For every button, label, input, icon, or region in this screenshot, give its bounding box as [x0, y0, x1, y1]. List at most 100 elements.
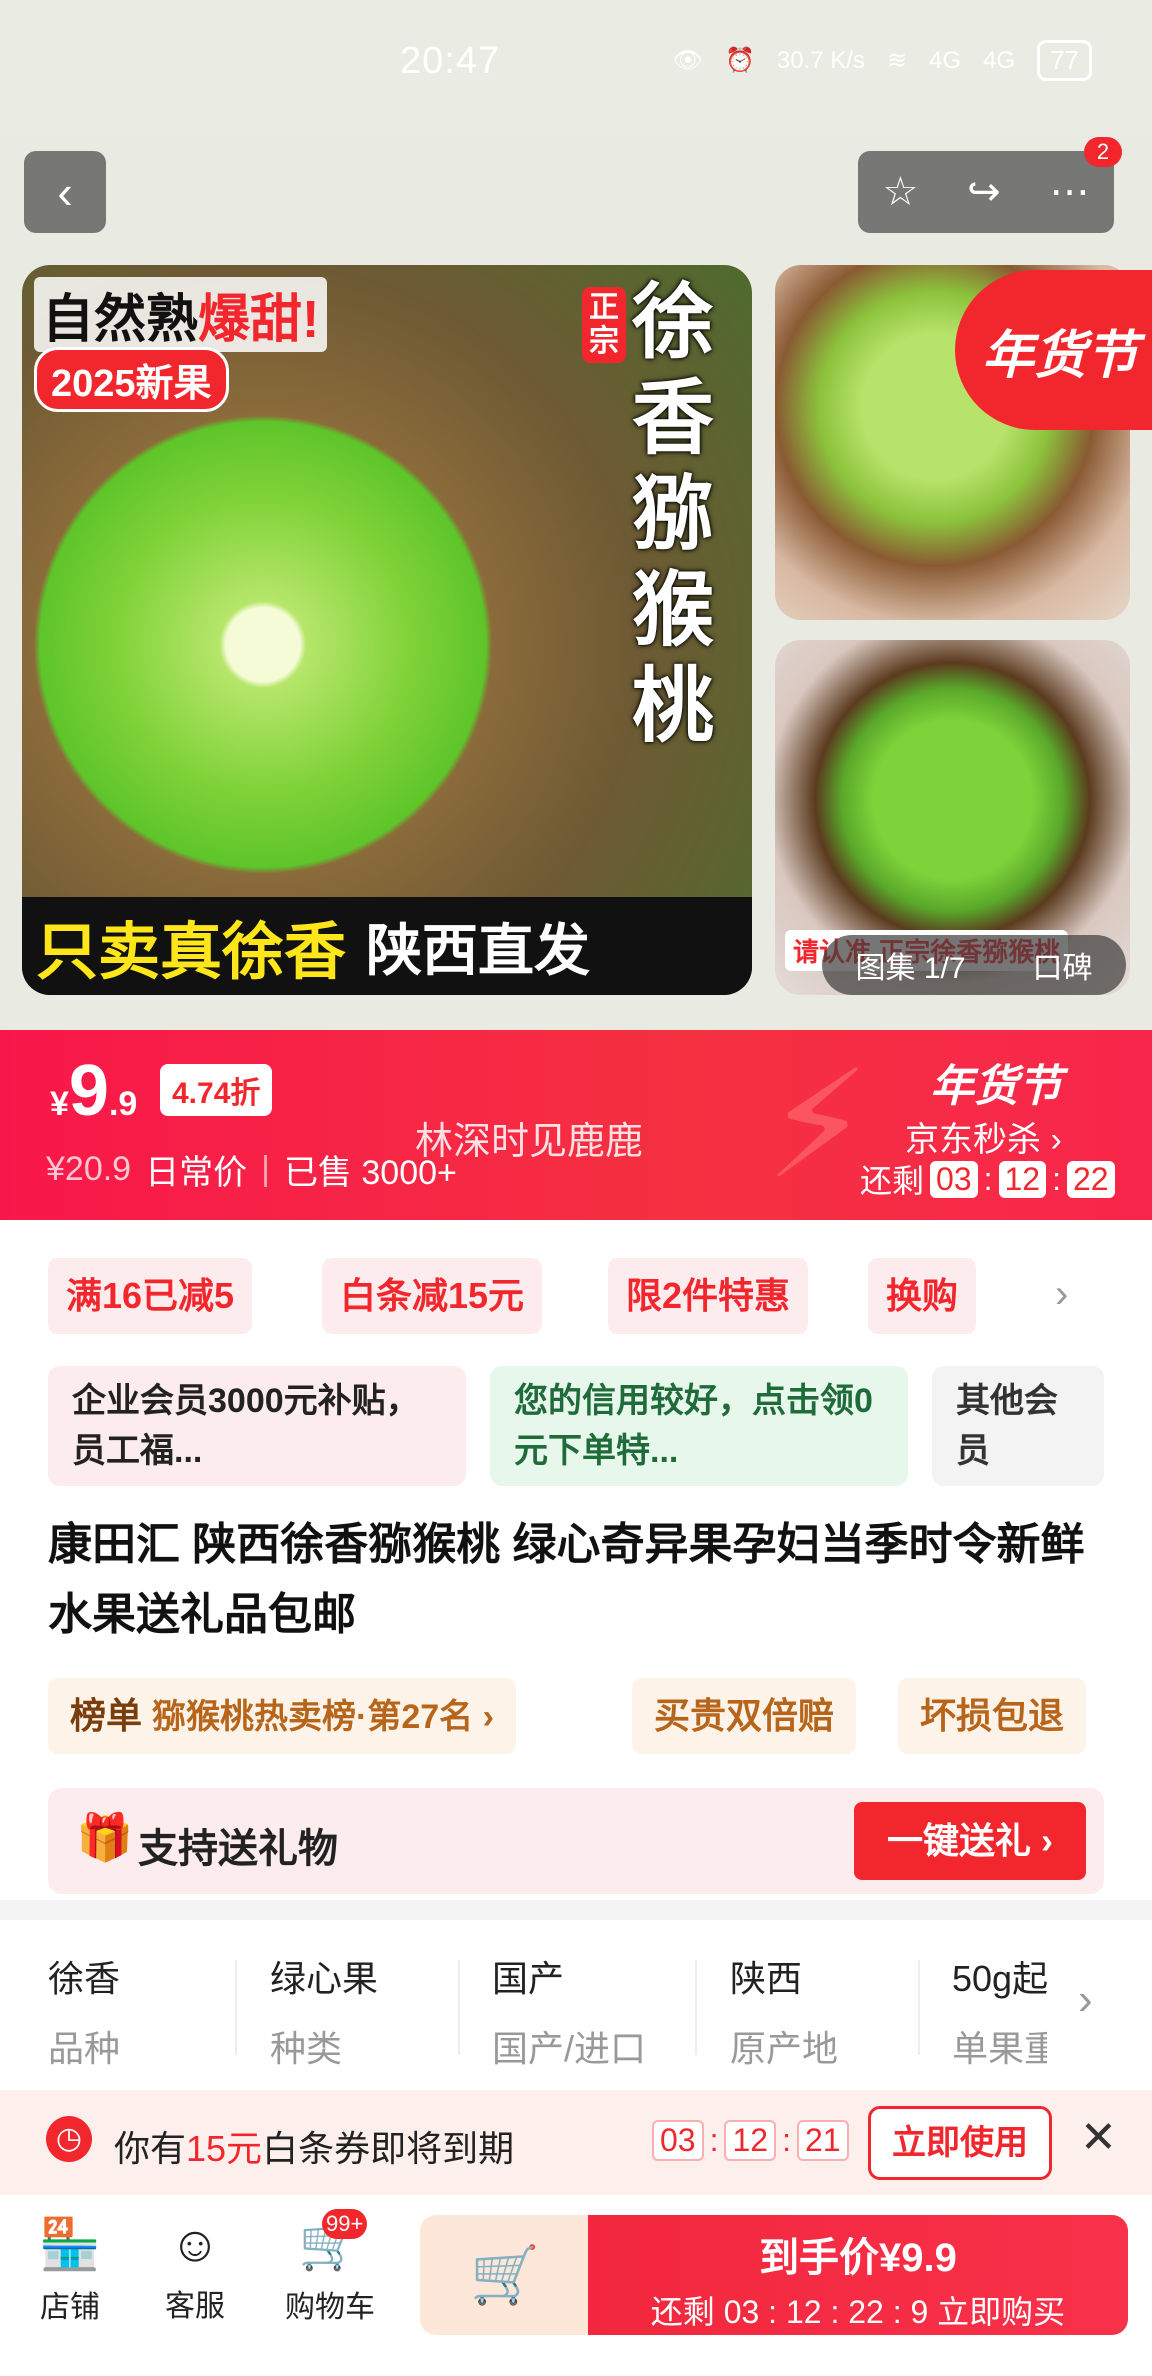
image-vertical-title: 徐香猕猴桃	[632, 277, 715, 752]
cart-add-icon: 🛒	[470, 2243, 540, 2306]
coupon-cd-hours: 03	[652, 2120, 704, 2161]
alarm-icon: ⏰	[724, 47, 755, 74]
divider: |	[261, 1150, 270, 1188]
add-to-cart-button[interactable]: 🛒	[420, 2215, 590, 2335]
price-integer: 9	[68, 1051, 109, 1131]
clock-icon: ◷	[46, 2116, 92, 2162]
product-info: 满16已减5 白条减15元 限2件特惠 换购 › 企业会员3000元补贴，员工福…	[0, 1220, 1152, 1900]
promo-chip-2[interactable]: 白条减15元	[322, 1258, 543, 1334]
image-bottom-right: 陕西直发	[366, 918, 591, 982]
action-group: ☆ ↪ ⋯ 2	[858, 137, 1122, 233]
spec-key: 品种	[48, 2028, 121, 2069]
lightning-icon: ⚡	[765, 1041, 871, 1209]
spec-divider	[235, 1960, 237, 2055]
status-time: 20:47	[400, 40, 501, 82]
spec-value: 绿心果	[270, 1958, 379, 1999]
image-tag-text: 自然熟	[42, 291, 199, 349]
image-bottom-banner: 只卖真徐香 陕西直发	[22, 897, 752, 995]
spec-key: 国产/进口	[492, 2028, 647, 2069]
credit-text: 您的信用较好，点击领0元下单特...	[514, 1382, 873, 1470]
newyear-badge: 年货节	[955, 270, 1152, 430]
favorite-star-icon[interactable]: ☆	[882, 169, 918, 215]
ranking-text: 猕猴桃热卖榜·第27名 ›	[152, 1698, 494, 1736]
chevron-right-icon: ›	[1078, 1975, 1093, 2024]
gift-label: 支持送礼物	[138, 1827, 338, 1871]
spec-divider	[918, 1960, 920, 2055]
promo-logo: 年货节	[930, 1062, 1062, 1111]
spec-value: 50g起	[952, 1958, 1047, 1999]
coupon-countdown: 03: 12: 21	[652, 2120, 849, 2161]
top-nav: ‹ ☆ ↪ ⋯ 2	[0, 135, 1152, 255]
coupon-suffix: 白条券即将到期	[262, 2128, 515, 2169]
wifi-icon: ≋	[886, 47, 908, 74]
guarantee-chip-1[interactable]: 买贵双倍赔	[632, 1678, 857, 1754]
ranking-chip[interactable]: 榜单 猕猴桃热卖榜·第27名 ›	[48, 1678, 516, 1754]
promo-chip-4[interactable]: 换购	[868, 1258, 977, 1334]
price-decimal: .9	[108, 1085, 138, 1123]
reviews-tab[interactable]: 口碑	[1033, 943, 1093, 987]
back-button[interactable]: ‹	[24, 151, 106, 233]
spec-key: 种类	[270, 2028, 343, 2069]
buy-now-button[interactable]: 到手价¥9.9 还剩 03 : 12 : 22 : 9 立即购买	[588, 2215, 1128, 2335]
bottom-action-bar: 🏪 店铺 ☺ 客服 🛒 购物车 99+ 🛒 到手价¥9.9 还剩 03 : 12 : …	[0, 2195, 1152, 2376]
status-bar: 20:47 👁 ⏰ 30.7 K/s ≋ 4G 4G 77	[0, 0, 1152, 135]
tab-cart[interactable]: 🛒 购物车 99+	[270, 2209, 390, 2326]
spec-value: 国产	[492, 1958, 565, 1999]
promo-chip-3[interactable]: 限2件特惠	[608, 1258, 809, 1334]
flash-countdown: 还剩 03: 12: 22	[860, 1156, 1115, 1202]
tab-service[interactable]: ☺ 客服	[135, 2215, 255, 2325]
shop-icon: 🏪	[38, 2216, 102, 2272]
battery-icon: 77	[1037, 40, 1092, 81]
product-gallery: 自然熟爆甜! 2025新果 正宗 徐香猕猴桃 只卖真徐香 陕西直发 请认准 正宗…	[0, 255, 1152, 1030]
spec-type: 绿心果 种类	[270, 1950, 470, 2072]
promo-more-chevron-icon[interactable]: ›	[1055, 1272, 1068, 1317]
promo-chip-1[interactable]: 满16已减5	[48, 1258, 253, 1334]
other-member-card[interactable]: 其他会员	[932, 1366, 1104, 1486]
image-tag-authentic: 正宗	[582, 287, 626, 363]
more-icon[interactable]: ⋯	[1050, 169, 1090, 215]
spec-value: 徐香	[48, 1958, 121, 1999]
ranking-label: 榜单	[70, 1695, 143, 1736]
use-coupon-button[interactable]: 立即使用	[868, 2106, 1052, 2180]
countdown-seconds: 22	[1066, 1160, 1115, 1198]
share-icon[interactable]: ↪	[967, 169, 1001, 215]
spec-key: 单果重	[952, 2028, 1047, 2069]
cart-badge: 99+	[322, 2209, 368, 2239]
countdown-minutes: 12	[998, 1160, 1047, 1198]
product-title: 康田汇 陕西徐香猕猴桃 绿心奇异果孕妇当季时令新鲜水果送礼品包邮	[48, 1520, 1085, 1639]
spec-row[interactable]: 徐香品种 绿心果种类 国产国产/进口 陕西 原产地 50g起单果重 ›	[0, 1920, 1152, 2095]
image-tag-newfruit: 2025新果	[34, 347, 229, 412]
status-icons: 👁 ⏰ 30.7 K/s ≋ 4G 4G 77	[673, 40, 1092, 81]
close-icon[interactable]: ✕	[1080, 2112, 1117, 2163]
signal-2: 4G	[983, 46, 1016, 74]
signal-1: 4G	[929, 46, 962, 74]
coupon-amount: 15元	[186, 2128, 263, 2169]
main-product-image[interactable]: 自然熟爆甜! 2025新果 正宗 徐香猕猴桃 只卖真徐香 陕西直发	[22, 265, 752, 995]
image-bottom-left: 只卖真徐香	[36, 918, 347, 987]
remain-label: 还剩	[860, 1163, 925, 1199]
spec-origin: 陕西 原产地	[730, 1950, 930, 2072]
guarantee-chip-2[interactable]: 坏损包退	[898, 1678, 1087, 1754]
enterprise-member-card[interactable]: 企业会员3000元补贴，员工福...	[48, 1366, 466, 1486]
spec-divider	[458, 1960, 460, 2055]
price-banner: ¥9.9 4.74折 ¥20.9 日常价 | 已售 3000+ 林深时见鹿鹿 ⚡…	[0, 1030, 1152, 1220]
tab-cart-label: 购物车	[285, 2291, 375, 2324]
image-tag-natural: 自然熟爆甜!	[34, 277, 328, 352]
send-gift-button[interactable]: 一键送礼 ›	[854, 1802, 1086, 1880]
price-currency: ¥	[50, 1085, 69, 1123]
current-price: ¥9.9	[50, 1050, 137, 1132]
tab-shop[interactable]: 🏪 店铺	[10, 2215, 130, 2326]
spec-origin-type: 国产国产/进口	[492, 1950, 692, 2072]
coupon-strip: ◷ 你有15元白条券即将到期 03: 12: 21 立即使用 ✕	[0, 2090, 1152, 2195]
flash-sale-link[interactable]: 京东秒杀 ›	[905, 1112, 1062, 1161]
enterprise-member-text: 企业会员3000元补贴，员工福...	[72, 1382, 420, 1470]
spec-weight: 50g起单果重	[952, 1950, 1047, 2072]
spec-value: 陕西	[730, 1958, 803, 1999]
credit-card[interactable]: 您的信用较好，点击领0元下单特...	[490, 1366, 908, 1486]
discount-tag: 4.74折	[160, 1064, 273, 1116]
countdown-hours: 03	[930, 1160, 978, 1198]
spec-divider	[695, 1960, 697, 2055]
other-member-text: 其他会员	[956, 1382, 1058, 1470]
more-badge: 2	[1084, 137, 1122, 167]
gallery-counter[interactable]: 图集 1/7 口碑	[822, 935, 1126, 995]
